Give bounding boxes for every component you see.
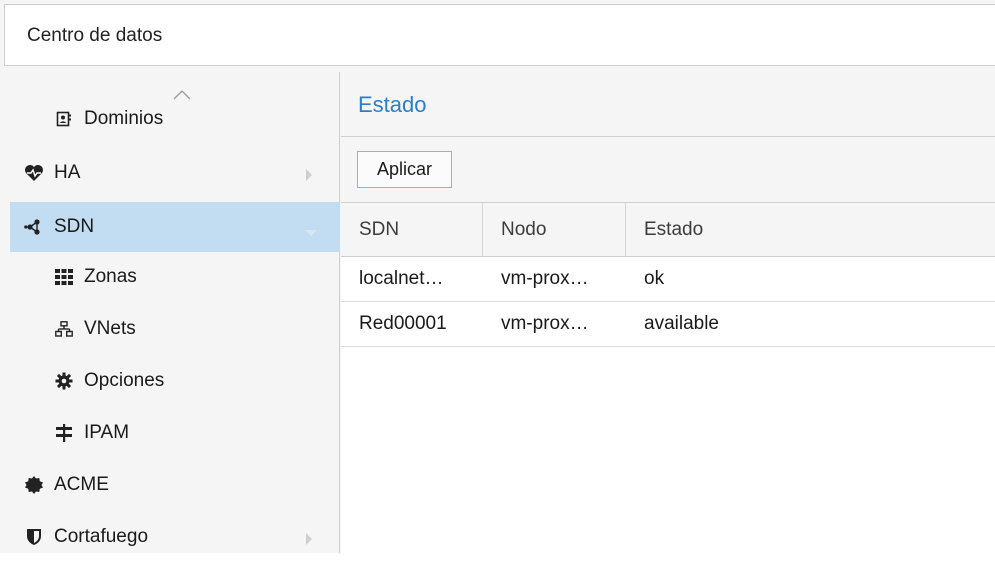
toolbar: Aplicar (341, 137, 995, 203)
network-nodes-icon (24, 217, 44, 237)
sidebar-item-vnets[interactable]: VNets (10, 304, 340, 354)
grid-header: SDN Nodo Estado (341, 203, 995, 257)
heartbeat-icon (24, 163, 44, 183)
sidebar-item-zonas[interactable]: Zonas (10, 252, 340, 302)
column-header-sdn[interactable]: SDN (341, 203, 483, 256)
cell-estado: available (644, 313, 719, 334)
address-book-icon (54, 109, 74, 129)
sidebar-item-label: SDN (54, 216, 95, 237)
sidebar-item-label: ACME (54, 474, 109, 495)
shield-icon (24, 527, 44, 547)
table-row[interactable]: Red00001 vm-prox… available (341, 302, 995, 347)
sidebar-item-ha[interactable]: HA (10, 148, 340, 198)
sidebar-item-label: Dominios (84, 108, 164, 129)
table-row[interactable]: localnet… vm-prox… ok (341, 257, 995, 302)
sidebar-item-label: Cortafuego (54, 526, 149, 547)
status-panel: Estado Aplicar SDN Nodo Estado localnet…… (341, 72, 995, 553)
cell-sdn: localnet… (359, 268, 444, 289)
certificate-icon (24, 475, 44, 495)
sidebar-item-opciones[interactable]: Opciones (10, 356, 340, 406)
column-header-estado[interactable]: Estado (626, 203, 995, 256)
sidebar-item-label: IPAM (84, 422, 130, 443)
grid-icon (54, 267, 74, 287)
top-bar: Centro de datos (4, 4, 995, 66)
sidebar-item-acme[interactable]: ACME (10, 460, 340, 510)
page-title: Centro de datos (27, 25, 163, 46)
sidebar-item-sdn[interactable]: SDN (10, 202, 340, 252)
gear-icon (54, 371, 74, 391)
sidebar-item-ipam[interactable]: IPAM (10, 408, 340, 458)
sidebar-item-dominios[interactable]: Dominios (10, 94, 340, 144)
sidebar-item-cortafuego[interactable]: Cortafuego (10, 512, 340, 562)
chevron-right-icon[interactable] (304, 166, 314, 188)
signpost-icon (54, 423, 74, 443)
sidebar: Dominios HA SDN Zonas VNets Opciones IPA… (10, 72, 340, 553)
sitemap-icon (54, 319, 74, 339)
panel-title: Estado (358, 92, 427, 117)
app-window: Centro de datos Dominios HA SDN Zonas VN… (0, 0, 995, 553)
chevron-down-icon[interactable] (304, 222, 318, 244)
chevron-right-icon[interactable] (304, 530, 314, 552)
cell-nodo: vm-prox… (501, 313, 589, 334)
apply-button[interactable]: Aplicar (357, 151, 452, 188)
sidebar-item-label: Zonas (84, 266, 137, 287)
cell-estado: ok (644, 268, 665, 289)
cell-nodo: vm-prox… (501, 268, 589, 289)
panel-header: Estado (341, 72, 995, 137)
sidebar-item-label: HA (54, 162, 81, 183)
cell-sdn: Red00001 (359, 313, 447, 334)
column-header-nodo[interactable]: Nodo (483, 203, 626, 256)
sidebar-item-label: VNets (84, 318, 136, 339)
sidebar-item-label: Opciones (84, 370, 165, 391)
